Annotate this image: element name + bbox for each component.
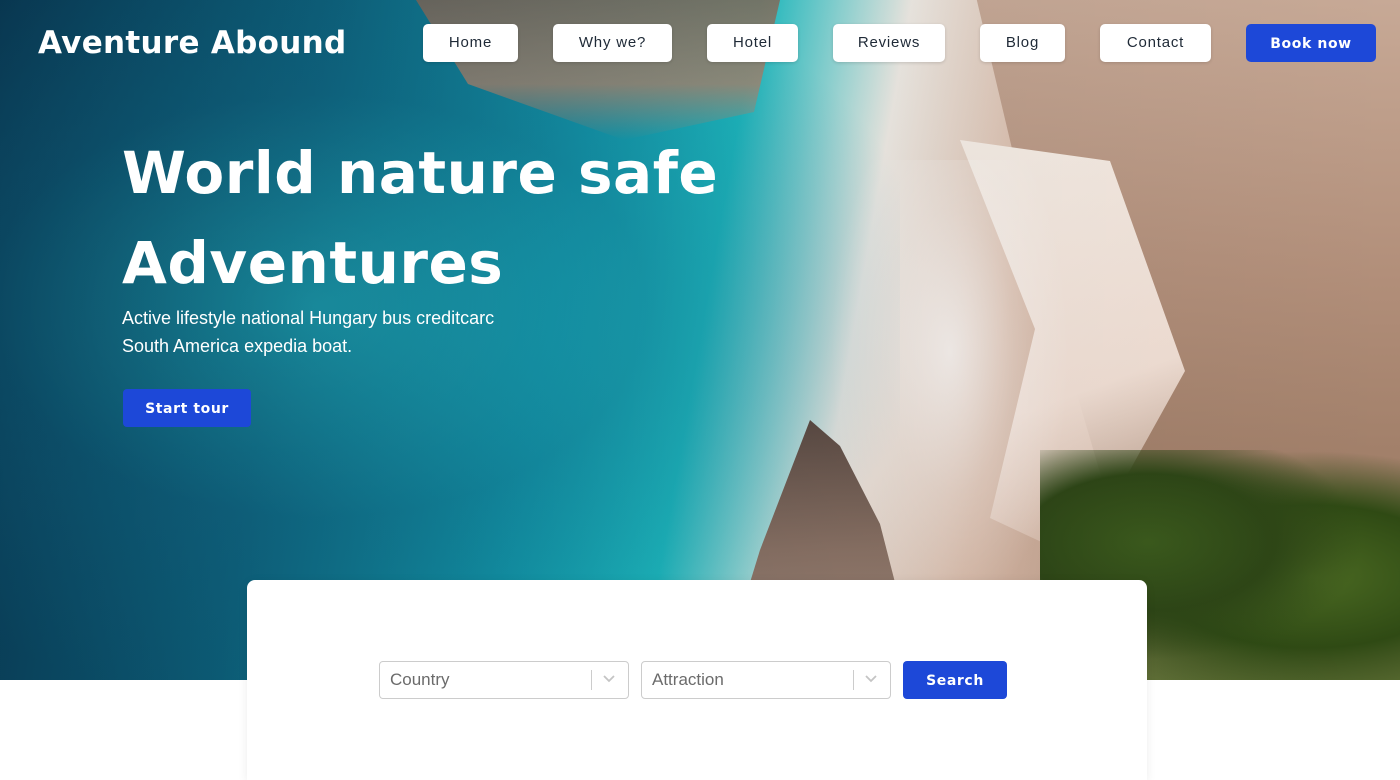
main-nav: Home Why we? Hotel Reviews Blog Contact [0,24,1400,64]
start-tour-button[interactable]: Start tour [123,389,251,427]
nav-why-we[interactable]: Why we? [553,24,672,62]
chevron-down-icon[interactable] [860,662,882,698]
search-card: Country Attraction Search [247,580,1147,780]
nav-reviews[interactable]: Reviews [833,24,945,62]
select-separator [853,670,854,690]
attraction-select[interactable]: Attraction [641,661,891,699]
nav-hotel[interactable]: Hotel [707,24,798,62]
select-separator [591,670,592,690]
country-placeholder: Country [390,670,450,689]
hero-headline: World nature safe Adventures [122,128,822,308]
book-now-button[interactable]: Book now [1246,24,1376,62]
search-button[interactable]: Search [903,661,1007,699]
hero-subtitle: Active lifestyle national Hungary bus cr… [122,308,495,356]
hero-headline-line1: World nature safe [122,139,719,207]
hero-headline-line2: Adventures [122,229,504,297]
nav-home[interactable]: Home [423,24,518,62]
nav-contact[interactable]: Contact [1100,24,1211,62]
country-select[interactable]: Country [379,661,629,699]
nav-blog[interactable]: Blog [980,24,1065,62]
attraction-placeholder: Attraction [652,670,724,689]
chevron-down-icon[interactable] [598,662,620,698]
